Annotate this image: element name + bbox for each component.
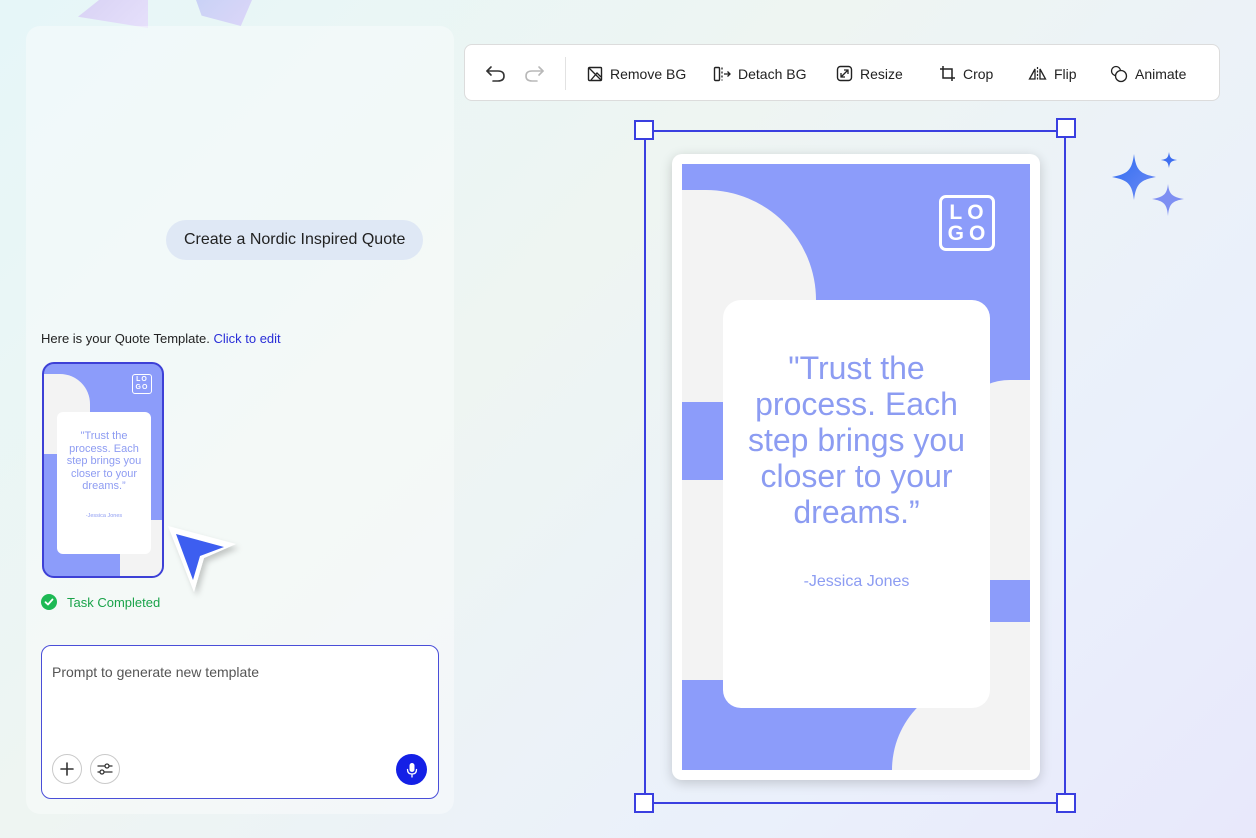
resize-icon <box>836 65 853 82</box>
mic-icon <box>406 762 417 778</box>
thumbnail-quote-card: "Trust the process. Each step brings you… <box>57 412 151 554</box>
quote-text[interactable]: "Trust the process. Each step brings you… <box>723 350 990 530</box>
plus-icon <box>60 762 74 776</box>
check-circle-icon <box>41 594 57 610</box>
reply-text: Here is your Quote Template. <box>41 331 210 346</box>
remove-bg-button[interactable]: Remove BG <box>587 45 686 102</box>
user-prompt-text: Create a Nordic Inspired Quote <box>184 231 406 248</box>
settings-button[interactable] <box>90 754 120 784</box>
thumbnail-author: -Jessica Jones <box>85 512 123 519</box>
remove-bg-icon <box>587 66 603 81</box>
crop-button[interactable]: Crop <box>939 45 993 102</box>
assistant-reply: Here is your Quote Template. Click to ed… <box>41 331 281 346</box>
quote-card[interactable]: "Trust the process. Each step brings you… <box>723 300 990 708</box>
logo-mark[interactable]: LO GO <box>939 195 995 251</box>
quote-author[interactable]: -Jessica Jones <box>723 573 990 591</box>
user-prompt-bubble: Create a Nordic Inspired Quote <box>166 220 424 260</box>
task-status: Task Completed <box>41 594 160 610</box>
detach-bg-button[interactable]: Detach BG <box>713 45 806 102</box>
redo-button[interactable] <box>523 63 545 85</box>
prompt-input[interactable] <box>52 664 428 680</box>
click-to-edit-link[interactable]: Click to edit <box>213 331 280 346</box>
cursor-arrow-icon <box>168 526 236 592</box>
resize-handle-bottom-right[interactable] <box>1056 793 1076 813</box>
sliders-icon <box>97 763 113 775</box>
background-decor-shape <box>196 0 252 26</box>
flip-icon <box>1028 66 1047 81</box>
undo-icon <box>486 66 505 82</box>
undo-button[interactable] <box>485 63 507 85</box>
redo-icon <box>525 66 544 82</box>
animate-button[interactable]: Animate <box>1110 45 1186 102</box>
toolbar-divider <box>565 57 566 90</box>
editor-toolbar: Remove BG Detach BG Resize Crop Flip Ani… <box>464 44 1220 101</box>
detach-bg-icon <box>713 66 731 81</box>
template-thumbnail[interactable]: LO GO "Trust the process. Each step brin… <box>42 362 164 578</box>
resize-button[interactable]: Resize <box>836 45 903 102</box>
add-button[interactable] <box>52 754 82 784</box>
resize-handle-top-left[interactable] <box>634 120 654 140</box>
design-canvas[interactable]: LO GO "Trust the process. Each step brin… <box>672 154 1040 780</box>
resize-handle-bottom-left[interactable] <box>634 793 654 813</box>
thumbnail-quote: "Trust the process. Each step brings you… <box>66 430 142 492</box>
crop-icon <box>940 66 955 81</box>
background-decor-shape <box>78 0 148 28</box>
flip-button[interactable]: Flip <box>1028 45 1077 102</box>
mic-button[interactable] <box>396 754 427 785</box>
thumbnail-logo: LO GO <box>132 374 152 394</box>
resize-handle-top-right[interactable] <box>1056 118 1076 138</box>
prompt-composer <box>41 645 439 799</box>
task-status-text: Task Completed <box>67 594 161 610</box>
sparkles-icon <box>1112 152 1184 216</box>
artboard: LO GO "Trust the process. Each step brin… <box>682 164 1030 770</box>
animate-icon <box>1110 65 1128 82</box>
